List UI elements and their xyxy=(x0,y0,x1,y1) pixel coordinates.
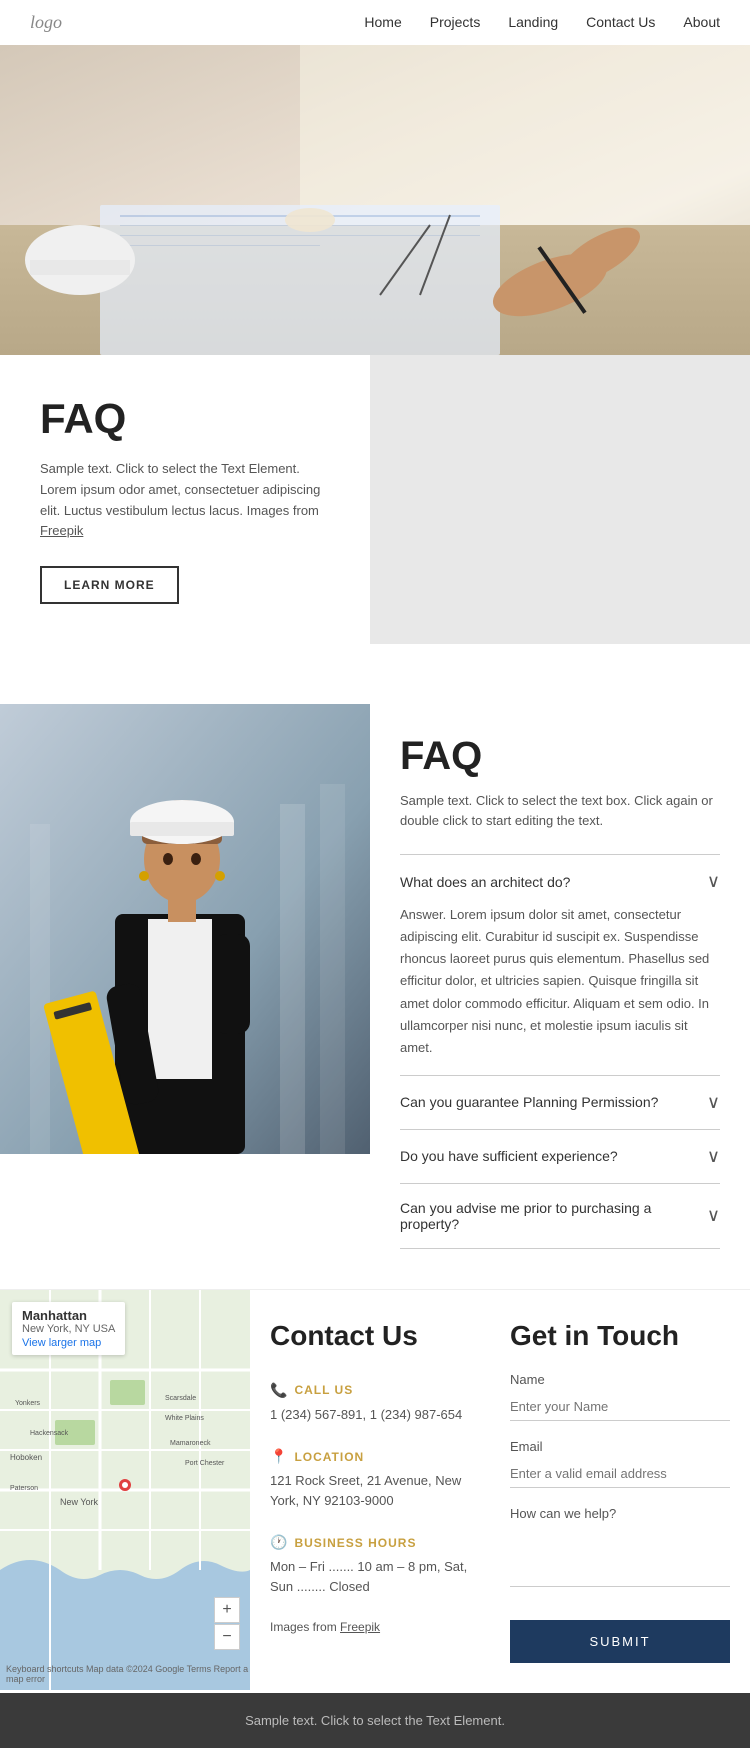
map-zoom-out-button[interactable]: − xyxy=(214,1624,240,1650)
map-state: New York, NY USA xyxy=(22,1323,115,1335)
faq-question-1[interactable]: What does an architect do? ∨ xyxy=(400,871,720,892)
email-label: Email xyxy=(510,1439,730,1454)
faq-chevron-3: ∨ xyxy=(707,1146,720,1167)
svg-text:New York: New York xyxy=(60,1497,99,1507)
faq-chevron-4: ∨ xyxy=(707,1205,720,1226)
contact-location-block: 📍 LOCATION 121 Rock Sreet, 21 Avenue, Ne… xyxy=(270,1448,470,1510)
freepik-link-1[interactable]: Freepik xyxy=(40,523,83,538)
svg-text:Port Chester: Port Chester xyxy=(185,1460,225,1467)
spacer-1 xyxy=(0,644,750,704)
map-label: Manhattan New York, NY USA View larger m… xyxy=(12,1302,125,1355)
form-title: Get in Touch xyxy=(510,1320,730,1352)
contact-images-credit: Images from Freepik xyxy=(270,1620,470,1634)
message-label: How can we help? xyxy=(510,1506,730,1521)
faq-chevron-2: ∨ xyxy=(707,1092,720,1113)
faq-question-3[interactable]: Do you have sufficient experience? ∨ xyxy=(400,1146,720,1167)
email-input[interactable] xyxy=(510,1460,730,1488)
map-container: New York Hoboken White Plains Yonkers Ha… xyxy=(0,1290,250,1690)
freepik-link-2[interactable]: Freepik xyxy=(340,1620,380,1634)
faq2-image-panel xyxy=(0,704,370,1249)
faq1-title: FAQ xyxy=(40,395,330,443)
faq-question-3-text: Do you have sufficient experience? xyxy=(400,1148,618,1164)
svg-text:Hoboken: Hoboken xyxy=(10,1453,42,1462)
faq-section-2: FAQ Sample text. Click to select the tex… xyxy=(0,704,750,1289)
faq-chevron-1: ∨ xyxy=(707,871,720,892)
faq-question-4[interactable]: Can you advise me prior to purchasing a … xyxy=(400,1200,720,1232)
location-icon: 📍 xyxy=(270,1448,288,1465)
contact-hours-value: Mon – Fri ....... 10 am – 8 pm, Sat, Sun… xyxy=(270,1557,470,1596)
svg-text:White Plains: White Plains xyxy=(165,1415,204,1422)
faq-question-4-text: Can you advise me prior to purchasing a … xyxy=(400,1200,707,1232)
faq-section-1: FAQ Sample text. Click to select the Tex… xyxy=(0,355,750,644)
contact-hours-block: 🕐 BUSINESS HOURS Mon – Fri ....... 10 am… xyxy=(270,1534,470,1596)
faq-item-3: Do you have sufficient experience? ∨ xyxy=(400,1129,720,1183)
contact-section: New York Hoboken White Plains Yonkers Ha… xyxy=(0,1289,750,1693)
nav-links: Home Projects Landing Contact Us About xyxy=(364,14,720,32)
email-field-group: Email xyxy=(510,1439,730,1488)
logo: logo xyxy=(30,12,62,33)
submit-button[interactable]: SUBMIT xyxy=(510,1620,730,1663)
faq-item-1: What does an architect do? ∨ Answer. Lor… xyxy=(400,854,720,1075)
clock-icon: 🕐 xyxy=(270,1534,288,1551)
faq-item-2: Can you guarantee Planning Permission? ∨ xyxy=(400,1075,720,1129)
learn-more-button[interactable]: LEARN MORE xyxy=(40,566,179,604)
svg-text:Yonkers: Yonkers xyxy=(15,1400,41,1407)
map-controls: + − xyxy=(214,1597,240,1650)
svg-text:Scarsdale: Scarsdale xyxy=(165,1395,196,1402)
svg-text:Mamaroneck: Mamaroneck xyxy=(170,1440,211,1447)
nav-projects[interactable]: Projects xyxy=(430,14,481,30)
get-in-touch-panel: Get in Touch Name Email How can we help?… xyxy=(490,1290,750,1693)
name-input[interactable] xyxy=(510,1393,730,1421)
nav-about[interactable]: About xyxy=(683,14,720,30)
contact-hours-title: 🕐 BUSINESS HOURS xyxy=(270,1534,470,1551)
nav-home[interactable]: Home xyxy=(364,14,401,30)
footer-text: Sample text. Click to select the Text El… xyxy=(245,1713,505,1728)
faq-item-4: Can you advise me prior to purchasing a … xyxy=(400,1183,720,1249)
contact-info-panel: Contact Us 📞 CALL US 1 (234) 567-891, 1 … xyxy=(250,1290,490,1693)
footer: Sample text. Click to select the Text El… xyxy=(0,1693,750,1748)
contact-title: Contact Us xyxy=(270,1320,470,1352)
contact-call-value: 1 (234) 567-891, 1 (234) 987-654 xyxy=(270,1405,470,1425)
faq-question-1-text: What does an architect do? xyxy=(400,874,570,890)
navigation: logo Home Projects Landing Contact Us Ab… xyxy=(0,0,750,45)
svg-text:Hackensack: Hackensack xyxy=(30,1430,69,1437)
faq2-content-panel: FAQ Sample text. Click to select the tex… xyxy=(370,704,750,1249)
phone-icon: 📞 xyxy=(270,1382,288,1399)
faq2-image xyxy=(0,704,370,1154)
message-field-group: How can we help? xyxy=(510,1506,730,1592)
faq2-title: FAQ xyxy=(400,734,720,779)
view-larger-map-link[interactable]: View larger map xyxy=(22,1337,115,1349)
nav-contact[interactable]: Contact Us xyxy=(586,14,655,30)
svg-text:Paterson: Paterson xyxy=(10,1485,38,1492)
contact-call-title: 📞 CALL US xyxy=(270,1382,470,1399)
faq-right-panel xyxy=(370,355,750,644)
map-zoom-in-button[interactable]: + xyxy=(214,1597,240,1623)
hero-image xyxy=(0,45,750,355)
contact-location-value: 121 Rock Sreet, 21 Avenue, New York, NY … xyxy=(270,1471,470,1510)
map-city: Manhattan xyxy=(22,1308,115,1323)
faq-question-2[interactable]: Can you guarantee Planning Permission? ∨ xyxy=(400,1092,720,1113)
nav-landing[interactable]: Landing xyxy=(508,14,558,30)
faq-answer-1: Answer. Lorem ipsum dolor sit amet, cons… xyxy=(400,904,720,1059)
name-label: Name xyxy=(510,1372,730,1387)
message-textarea[interactable] xyxy=(510,1527,730,1587)
contact-call-block: 📞 CALL US 1 (234) 567-891, 1 (234) 987-6… xyxy=(270,1382,470,1425)
map-attribution: Keyboard shortcuts Map data ©2024 Google… xyxy=(6,1664,250,1684)
faq-question-2-text: Can you guarantee Planning Permission? xyxy=(400,1094,658,1110)
name-field-group: Name xyxy=(510,1372,730,1421)
faq2-description: Sample text. Click to select the text bo… xyxy=(400,791,720,830)
contact-location-title: 📍 LOCATION xyxy=(270,1448,470,1465)
faq1-description: Sample text. Click to select the Text El… xyxy=(40,459,330,542)
faq-left-panel: FAQ Sample text. Click to select the Tex… xyxy=(0,355,370,644)
